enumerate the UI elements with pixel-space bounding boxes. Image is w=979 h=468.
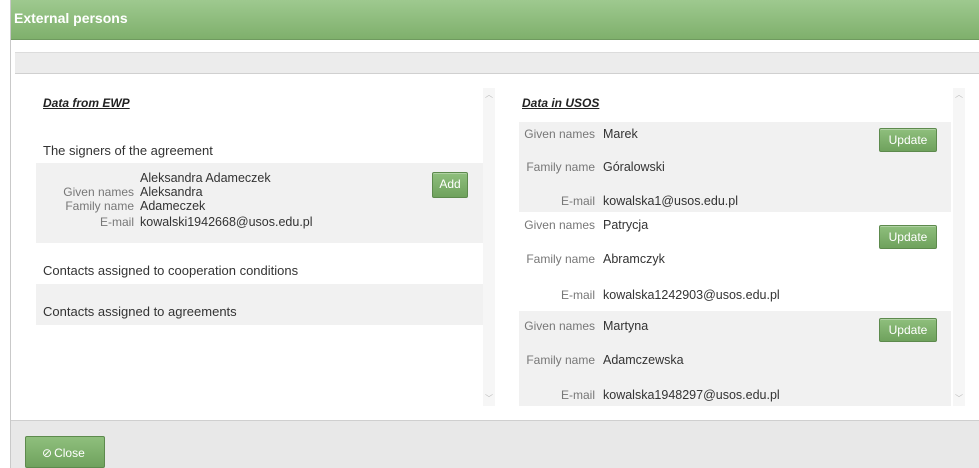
email-label: E-mail [560,194,595,208]
given-label: Given names [524,218,595,232]
usos-section-title: Data in USOS [522,96,600,110]
given-value: Martyna [603,319,649,333]
given-label: Given names [524,319,595,333]
signer-given-value: Aleksandra [140,185,203,199]
email-label: E-mail [560,288,595,302]
usos-data-panel: Data in USOS Given names Marek Family na… [519,88,959,406]
email-value: kowalska1@usos.edu.pl [603,194,738,208]
usos-person-card: Given names Martyna Family name Adamczew… [519,311,951,406]
given-value: Marek [603,127,638,141]
family-value: Góralowski [603,160,665,174]
usos-person-card: Given names Marek Family name Góralowski… [519,122,951,212]
email-label: E-mail [560,388,595,402]
email-value: kowalska1242903@usos.edu.pl [603,288,780,302]
signer-email-value: kowalski1942668@usos.edu.pl [140,215,313,229]
scroll-down-icon[interactable]: ﹀ [953,394,965,404]
signer-family-label: Family name [65,199,134,213]
update-button[interactable]: Update [879,225,937,249]
external-persons-dialog: External persons Data from EWP The signe… [10,0,979,468]
family-label: Family name [526,252,595,266]
update-button[interactable]: Update [879,128,937,152]
signer-email-label: E-mail [99,215,134,229]
given-label: Given names [524,127,595,141]
signer-card: Aleksandra Adameczek Given names Aleksan… [36,163,486,243]
add-button[interactable]: Add [432,172,468,198]
close-button[interactable]: ⊘ Close [25,436,105,468]
email-value: kowalska1948297@usos.edu.pl [603,388,780,402]
dialog-title: External persons [11,0,979,40]
given-value: Patrycja [603,218,649,232]
signer-family-value: Adameczek [140,199,206,213]
cooperation-contacts-heading: Contacts assigned to cooperation conditi… [43,263,299,278]
ewp-data-panel: Data from EWP The signers of the agreeme… [36,88,486,408]
signer-full-name: Aleksandra Adameczek [140,171,271,185]
scroll-up-icon[interactable]: ︿ [483,90,495,100]
signer-given-label: Given names [63,185,134,199]
scroll-down-icon[interactable]: ﹀ [483,394,495,404]
right-scrollbar[interactable]: ︿ ﹀ [953,88,965,406]
agreements-contacts-heading: Contacts assigned to agreements [43,304,237,319]
toolbar-strip [15,52,979,74]
usos-person-card: Given names Patrycja Family name Abramcz… [519,215,951,308]
ewp-section-title: Data from EWP [43,96,130,110]
signers-heading: The signers of the agreement [43,143,213,158]
left-scrollbar[interactable]: ︿ ﹀ [483,88,495,406]
close-label: Close [54,446,85,460]
cancel-circle-icon: ⊘ [42,446,53,460]
family-label: Family name [526,353,595,367]
family-value: Adamczewska [603,353,684,367]
agreements-contacts-block: Contacts assigned to agreements [36,284,486,325]
family-label: Family name [526,160,595,174]
scroll-up-icon[interactable]: ︿ [953,90,965,100]
family-value: Abramczyk [603,252,665,266]
dialog-footer [11,420,979,468]
update-button[interactable]: Update [879,318,937,342]
